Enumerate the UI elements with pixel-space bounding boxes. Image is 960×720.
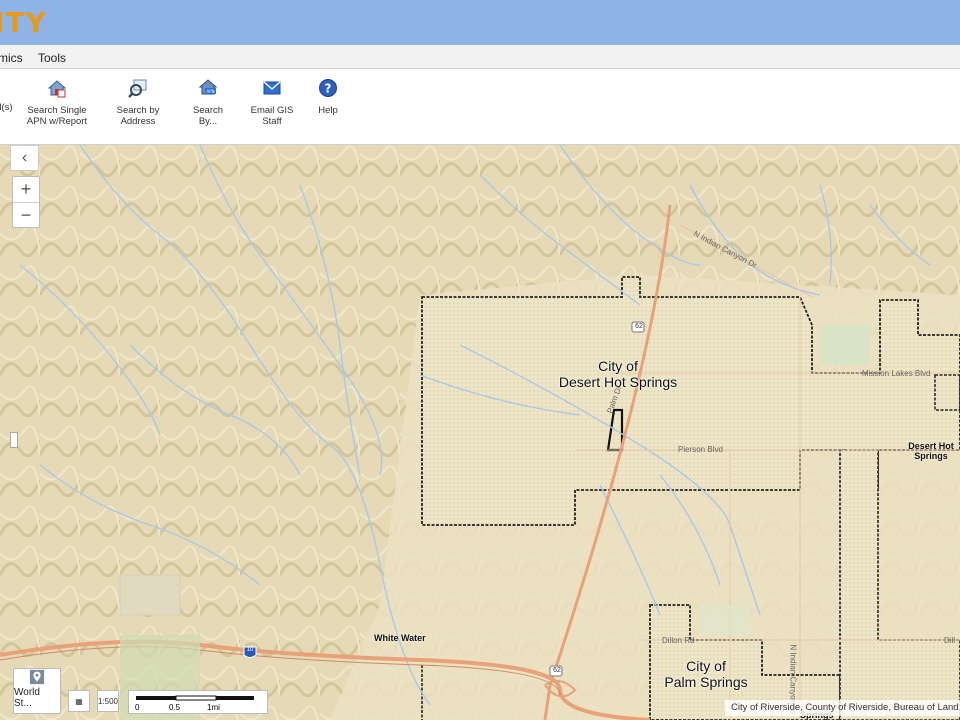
panel-resize-handle[interactable] — [10, 432, 18, 448]
tool-search-single-apn[interactable]: Search Single APN w/Report — [26, 77, 88, 127]
scale-icon: 1:500 — [97, 696, 119, 706]
scale-tick-2: 1mi — [207, 703, 220, 712]
scale-tick-1: 0.5 — [169, 703, 181, 712]
scale-select-button[interactable]: 1:500 — [97, 690, 119, 712]
app-logo: ITY — [0, 6, 47, 39]
tool-search-parcels[interactable]: l(s) — [0, 102, 16, 113]
route-62-label-a: 62 — [635, 323, 643, 330]
basemap-gallery-button[interactable]: World St... — [13, 668, 61, 714]
ps-city-label: City of Palm Springs — [664, 658, 748, 690]
scale-tick-0: 0 — [135, 703, 140, 712]
grid-icon: ▦ — [75, 696, 83, 706]
tool-label: Search By... — [192, 105, 224, 127]
tool-label: Help — [318, 105, 338, 116]
tool-search-by[interactable]: APN Search By... — [184, 77, 232, 127]
email-icon — [261, 77, 283, 99]
tool-label: Search by Address — [116, 105, 160, 127]
map-canvas — [0, 145, 960, 720]
map-view[interactable]: City of Desert Hot Springs City of Palm … — [0, 145, 960, 720]
overview-map-button[interactable]: ▦ — [68, 690, 90, 712]
basemap-label: World St... — [14, 687, 40, 709]
map-attribution: City of Riverside, County of Riverside, … — [725, 700, 960, 716]
tool-label: Email GIS Staff — [250, 105, 294, 127]
zoom-control: + − — [12, 176, 40, 228]
menu-item-tools[interactable]: Tools — [38, 51, 66, 65]
tool-label: l(s) — [0, 102, 13, 113]
scale-bar: 0 0.5 1mi — [128, 690, 268, 714]
zoom-in-button[interactable]: + — [13, 177, 39, 202]
svg-text:?: ? — [325, 82, 332, 96]
menu-item-graphics[interactable]: mics — [0, 51, 23, 65]
svg-text:APN: APN — [207, 89, 215, 94]
menu-bar: mics Tools — [0, 45, 960, 69]
tool-help[interactable]: ? Help — [314, 77, 342, 116]
toolbar-ribbon: l(s) Search Single APN w/Report Search b… — [0, 69, 960, 145]
map-pin-icon — [29, 669, 45, 685]
interstate-10-label: 10 — [246, 647, 254, 653]
magnify-address-icon — [127, 77, 149, 99]
dhs-small-label: Desert Hot Springs — [908, 441, 954, 461]
collapse-panel-button[interactable]: ‹ — [10, 145, 39, 171]
help-icon: ? — [317, 77, 339, 99]
route-62-label-b: 62 — [553, 667, 561, 674]
tool-label: Search Single APN w/Report — [26, 105, 88, 127]
app-banner: ITY — [0, 0, 960, 45]
dillon-right-label: Dill — [944, 636, 956, 645]
mission-lakes-label: Mission Lakes Blvd — [862, 369, 931, 378]
house-report-icon — [46, 77, 68, 99]
house-search-icon: APN — [197, 77, 219, 99]
white-water-label: White Water — [374, 633, 426, 643]
tool-search-by-address[interactable]: Search by Address — [112, 77, 164, 127]
scale-bar-graphic — [136, 695, 254, 701]
chevron-left-icon: ‹ — [21, 149, 28, 166]
zoom-out-button[interactable]: − — [13, 202, 39, 227]
tool-email-gis-staff[interactable]: Email GIS Staff — [243, 77, 301, 127]
pierson-label: Pierson Blvd — [678, 445, 723, 454]
dillon-label: Dillon Rd — [662, 636, 695, 645]
